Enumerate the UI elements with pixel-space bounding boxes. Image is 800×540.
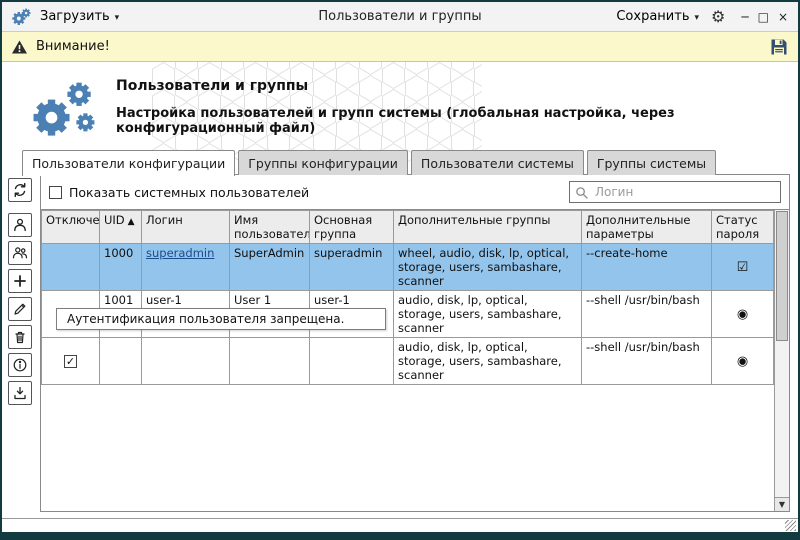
group-button[interactable] xyxy=(8,241,32,265)
cell-extra-params: --shell /usr/bin/bash xyxy=(582,291,712,338)
vertical-scrollbar[interactable]: ▼ xyxy=(774,210,789,511)
info-button[interactable] xyxy=(8,353,32,377)
close-button[interactable]: × xyxy=(778,11,788,23)
show-system-users-checkbox[interactable] xyxy=(49,186,62,199)
cell-password-status: ◉ xyxy=(712,291,774,338)
col-header-uid[interactable]: UID▲ xyxy=(100,211,142,244)
disabled-checkbox[interactable]: ✓ xyxy=(64,355,77,368)
tab-users-system[interactable]: Пользователи системы xyxy=(411,150,584,175)
page-subtitle: Настройка пользователей и групп системы … xyxy=(116,106,798,136)
col-header-login[interactable]: Логин xyxy=(142,211,230,244)
cell-extra-groups: audio, disk, lp, optical, storage, users… xyxy=(394,338,582,385)
scroll-down-button[interactable]: ▼ xyxy=(775,497,789,511)
page-header: Пользователи и группы Настройка пользова… xyxy=(2,62,798,150)
table-row-user-2[interactable]: ✓ audio, disk, lp, optical, storage, use… xyxy=(42,338,774,385)
cell-extra-params: --create-home xyxy=(582,244,712,291)
col-header-extra-params[interactable]: Дополнительные параметры xyxy=(582,211,712,244)
side-toolbar xyxy=(8,175,34,512)
app-gears-logo-large-icon xyxy=(24,75,96,139)
cell-extra-groups: wheel, audio, disk, lp, optical, storage… xyxy=(394,244,582,291)
floppy-save-icon xyxy=(769,37,789,57)
export-download-icon xyxy=(12,385,28,401)
content-area: Пользователи и группы Настройка пользова… xyxy=(2,62,798,518)
warning-bar: Внимание! xyxy=(2,32,798,62)
export-button[interactable] xyxy=(8,381,32,405)
window-title: Пользователи и группы xyxy=(232,9,568,24)
add-icon xyxy=(12,273,28,289)
titlebar: Загрузить ▾ Пользователи и группы Сохран… xyxy=(2,2,798,32)
warning-label: Внимание! xyxy=(36,39,110,54)
col-header-disabled[interactable]: Отключен xyxy=(42,211,100,244)
settings-gear-icon[interactable]: ⚙ xyxy=(711,9,725,25)
cell-extra-groups: audio, disk, lp, optical, storage, users… xyxy=(394,291,582,338)
col-header-name[interactable]: Имя пользователя xyxy=(230,211,310,244)
filter-row: Показать системных пользователей xyxy=(41,175,789,209)
chevron-down-icon: ▾ xyxy=(694,13,699,23)
col-header-extra-groups[interactable]: Дополнительные группы xyxy=(394,211,582,244)
cell-login xyxy=(142,338,230,385)
cell-disabled: ✓ xyxy=(42,338,100,385)
status-bar xyxy=(2,518,798,532)
search-box xyxy=(569,181,781,203)
tab-users-config[interactable]: Пользователи конфигурации xyxy=(22,150,235,176)
cell-uid xyxy=(100,338,142,385)
cell-name: SuperAdmin xyxy=(230,244,310,291)
tab-bar: Пользователи конфигурации Группы конфигу… xyxy=(2,150,798,175)
users-group-icon xyxy=(12,245,28,261)
delete-user-button[interactable] xyxy=(8,325,32,349)
login-link[interactable]: superadmin xyxy=(146,246,214,260)
chevron-down-icon: ▾ xyxy=(115,13,120,23)
cell-disabled xyxy=(42,244,100,291)
refresh-button[interactable] xyxy=(8,178,32,202)
table-zone: Отключен UID▲ Логин Имя пользователя Осн… xyxy=(41,209,789,511)
cell-password-status: ☑ xyxy=(712,244,774,291)
tab-groups-config[interactable]: Группы конфигурации xyxy=(238,150,408,175)
cell-password-status: ◉ xyxy=(712,338,774,385)
cell-group: superadmin xyxy=(310,244,394,291)
tab-groups-system[interactable]: Группы системы xyxy=(587,150,716,175)
trash-icon xyxy=(12,329,28,345)
col-header-group[interactable]: Основная группа xyxy=(310,211,394,244)
edit-user-button[interactable] xyxy=(8,297,32,321)
cell-uid: 1000 xyxy=(100,244,142,291)
users-table: Отключен UID▲ Логин Имя пользователя Осн… xyxy=(41,210,774,385)
scrollbar-thumb[interactable] xyxy=(776,211,788,341)
user-icon xyxy=(12,217,28,233)
info-icon xyxy=(12,357,28,373)
password-status-checked-icon[interactable]: ☑ xyxy=(737,260,749,275)
user-button[interactable] xyxy=(8,213,32,237)
warning-triangle-icon xyxy=(11,39,28,55)
table-row-superadmin[interactable]: 1000 superadmin SuperAdmin superadmin wh… xyxy=(42,244,774,291)
tab-panel: Показать системных пользователей xyxy=(40,174,790,512)
col-header-password-status[interactable]: Статус пароля xyxy=(712,211,774,244)
load-menu-button[interactable]: Загрузить ▾ xyxy=(40,9,119,24)
resize-grip[interactable] xyxy=(785,520,796,531)
password-status-radio-icon[interactable]: ◉ xyxy=(737,307,748,322)
page-title: Пользователи и группы xyxy=(116,78,798,94)
add-user-button[interactable] xyxy=(8,269,32,293)
show-system-users-label: Показать системных пользователей xyxy=(69,185,309,200)
app-gears-logo-icon xyxy=(12,8,32,26)
app-window: Загрузить ▾ Пользователи и группы Сохран… xyxy=(0,0,800,540)
search-icon xyxy=(575,186,588,199)
password-status-radio-icon[interactable]: ◉ xyxy=(737,354,748,369)
save-file-button[interactable] xyxy=(769,37,789,57)
cell-name xyxy=(230,338,310,385)
cell-extra-params: --shell /usr/bin/bash xyxy=(582,338,712,385)
cell-login: superadmin xyxy=(142,244,230,291)
tooltip: Аутентификация пользователя запрещена. xyxy=(56,308,386,330)
main-area: Показать системных пользователей xyxy=(2,175,798,518)
sort-asc-icon: ▲ xyxy=(128,217,135,227)
minimize-button[interactable]: ─ xyxy=(741,11,748,23)
maximize-button[interactable]: □ xyxy=(758,11,769,23)
search-input[interactable] xyxy=(593,184,775,200)
edit-pencil-icon xyxy=(12,301,28,317)
save-menu-button[interactable]: Сохранить ▾ xyxy=(616,9,699,24)
cell-group xyxy=(310,338,394,385)
refresh-icon xyxy=(12,182,28,198)
table-header-row: Отключен UID▲ Логин Имя пользователя Осн… xyxy=(42,211,774,244)
